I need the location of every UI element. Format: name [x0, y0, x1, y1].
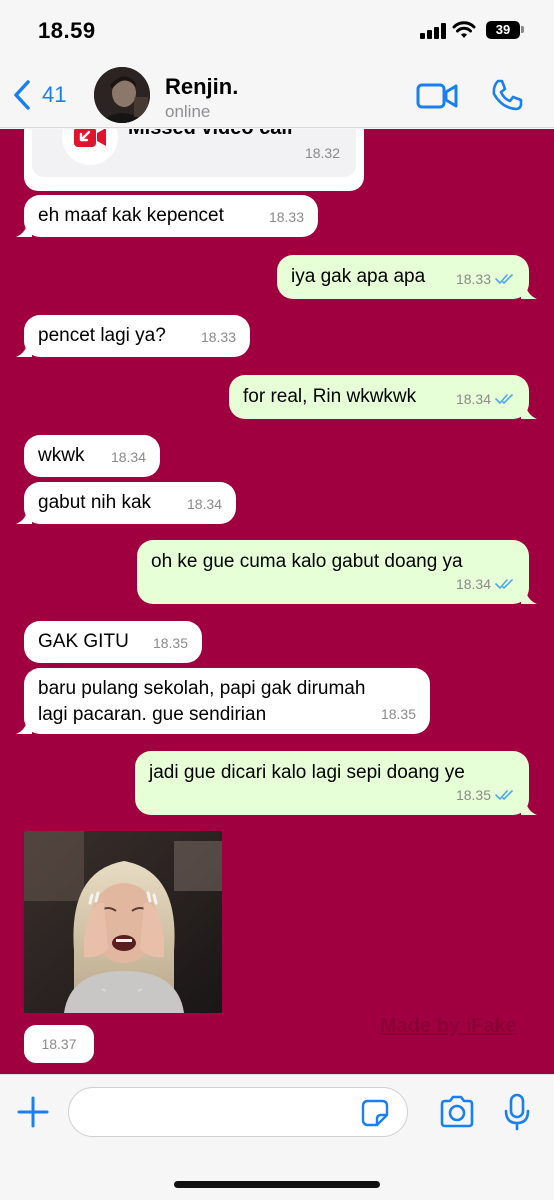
- message-text: pencet lagi ya?: [38, 325, 166, 346]
- bubble-tail: [16, 718, 32, 734]
- cellular-signal-icon: [420, 23, 446, 39]
- message-incoming[interactable]: eh maaf kak kepencet 18.33: [16, 195, 318, 237]
- contact-status: online: [165, 102, 211, 121]
- message-input[interactable]: [68, 1087, 408, 1137]
- chat-area[interactable]: Missed video call 18.32 eh maaf kak kepe…: [0, 129, 554, 1074]
- image-message-time: 18.37: [24, 1025, 94, 1063]
- message-meta: 18.35: [456, 782, 515, 808]
- bubble-tail: [521, 283, 537, 299]
- missed-call-label: Missed video call: [128, 129, 293, 140]
- message-text: baru pulang sekolah, papi gak dirumah la…: [38, 678, 366, 725]
- message-incoming[interactable]: baru pulang sekolah, papi gak dirumah la…: [16, 668, 430, 734]
- avatar-photo: [94, 67, 150, 123]
- message-time: 18.34: [110, 449, 146, 465]
- plus-icon[interactable]: [16, 1095, 50, 1129]
- missed-video-call-icon: [62, 129, 118, 165]
- message-meta: 18.34: [187, 491, 222, 517]
- message-time: 18.35: [455, 787, 491, 803]
- message-outgoing[interactable]: oh ke gue cuma kalo gabut doang ya 18.34: [137, 540, 537, 604]
- composer-bar: [0, 1074, 554, 1200]
- bubble-tail: [16, 508, 32, 524]
- missed-call-card[interactable]: Missed video call 18.32: [24, 129, 364, 191]
- message-time: 18.34: [455, 391, 491, 407]
- message-text: oh ke gue cuma kalo gabut doang ya: [151, 551, 463, 572]
- read-ticks-icon: [495, 579, 513, 590]
- message-meta: 18.35: [153, 630, 188, 656]
- microphone-icon[interactable]: [504, 1093, 530, 1131]
- contact-name[interactable]: Renjin.: [165, 74, 238, 100]
- sticker-icon[interactable]: [360, 1098, 390, 1128]
- message-time: 18.33: [455, 271, 491, 287]
- wifi-icon: [452, 21, 476, 38]
- message-text: jadi gue dicari kalo lagi sepi doang ye: [149, 762, 465, 783]
- read-ticks-icon: [495, 274, 513, 285]
- home-indicator: [174, 1181, 380, 1188]
- camera-icon[interactable]: [438, 1095, 476, 1129]
- message-text: eh maaf kak kepencet: [38, 205, 224, 226]
- avatar[interactable]: [94, 67, 150, 123]
- message-time: 18.35: [152, 635, 188, 651]
- message-text: wkwk: [38, 445, 85, 466]
- message-time: 18.34: [455, 576, 491, 592]
- battery-cap: [521, 26, 524, 33]
- message-incoming[interactable]: GAK GITU 18.35: [24, 621, 202, 663]
- message-meta: 18.35: [381, 701, 416, 727]
- message-meta: 18.34: [111, 444, 146, 470]
- message-text: iya gak apa apa: [291, 266, 426, 287]
- bubble-tail: [16, 221, 32, 237]
- chevron-left-icon: [14, 80, 30, 110]
- missed-call-inner: Missed video call 18.32: [32, 129, 356, 177]
- message-text: gabut nih kak: [38, 492, 152, 513]
- status-time: 18.59: [38, 18, 96, 43]
- bubble-tail: [521, 799, 537, 815]
- message-text: for real, Rin wkwkwk: [243, 386, 417, 407]
- watermark: Made by iFake: [380, 1015, 517, 1037]
- message-time: 18.33: [200, 329, 236, 345]
- message-meta: 18.33: [201, 324, 236, 350]
- message-time: 18.35: [380, 706, 416, 722]
- chat-header: 41 Renjin. online: [0, 60, 554, 128]
- message-outgoing[interactable]: for real, Rin wkwkwk 18.34: [229, 375, 537, 419]
- message-incoming[interactable]: pencet lagi ya? 18.33: [16, 315, 250, 357]
- message-incoming[interactable]: wkwk 18.34: [24, 435, 160, 477]
- bubble-tail: [521, 588, 537, 604]
- message-text: GAK GITU: [38, 631, 129, 652]
- back-button[interactable]: 41: [12, 78, 66, 112]
- missed-call-time: 18.32: [304, 145, 340, 161]
- read-ticks-icon: [495, 394, 513, 405]
- phone-call-icon[interactable]: [490, 78, 524, 112]
- message-incoming[interactable]: gabut nih kak 18.34: [16, 482, 236, 524]
- battery-icon: 39: [486, 21, 520, 39]
- message-meta: 18.34: [456, 571, 515, 597]
- bubble-tail: [521, 403, 537, 419]
- message-outgoing[interactable]: jadi gue dicari kalo lagi sepi doang ye …: [135, 751, 537, 815]
- message-time: 18.33: [268, 209, 304, 225]
- read-ticks-icon: [495, 790, 513, 801]
- status-bar: 18.59 39: [0, 0, 554, 60]
- bubble-tail: [16, 341, 32, 357]
- message-meta: 18.33: [456, 266, 515, 292]
- message-meta: 18.34: [456, 386, 515, 412]
- video-call-icon[interactable]: [416, 82, 458, 110]
- message-meta: 18.33: [269, 204, 304, 230]
- message-time: 18.34: [186, 496, 222, 512]
- image-message[interactable]: [24, 831, 222, 1013]
- unread-count: 41: [42, 82, 67, 107]
- photo-crying-girl: [24, 831, 222, 1013]
- message-outgoing[interactable]: iya gak apa apa 18.33: [277, 255, 537, 299]
